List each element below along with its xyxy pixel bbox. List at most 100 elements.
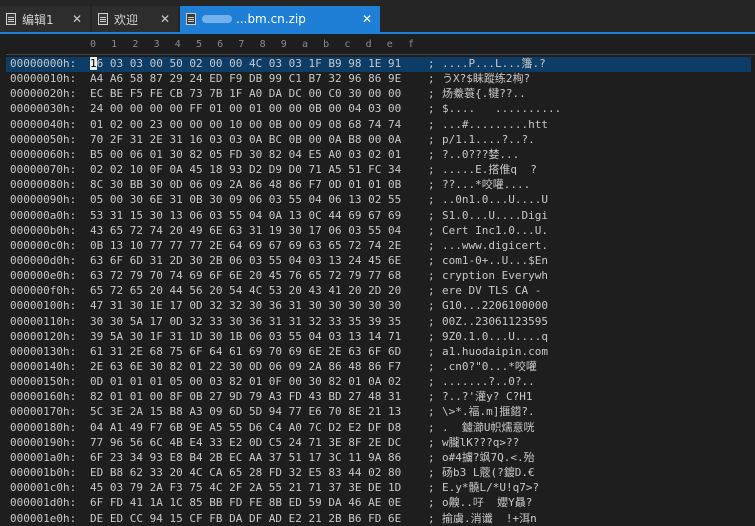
row-address: 00000020h:	[10, 87, 86, 102]
row-ascii-text[interactable]: a1.huodaipin.com	[442, 345, 548, 360]
row-ascii-text[interactable]: 9Z0.1.0...U....q	[442, 330, 548, 345]
row-ascii-text[interactable]: ....P...L...籓.?	[442, 57, 546, 72]
row-hex-bytes[interactable]: 02 02 10 0F 0A 45 18 93 D2 D9 D0 71 A5 5…	[90, 163, 401, 178]
row-hex-bytes[interactable]: 43 65 72 74 20 49 6E 63 31 19 30 17 06 0…	[90, 224, 401, 239]
hex-view[interactable]: 00000000h:16 03 03 00 50 02 00 00 4C 03 …	[6, 54, 755, 526]
row-separator: ;	[428, 466, 435, 481]
row-separator: ;	[428, 178, 435, 193]
row-ascii-text[interactable]: ??...*咬嚾....	[442, 178, 530, 193]
row-ascii-text[interactable]: ere DV TLS CA -	[442, 284, 548, 299]
row-ascii-text[interactable]: ...#.........htt	[442, 118, 548, 133]
row-hex-bytes[interactable]: 39 5A 30 1F 31 1D 30 1B 06 03 55 04 03 1…	[90, 330, 401, 345]
row-ascii-text[interactable]: ..0n1.0...U....U	[442, 193, 548, 208]
row-ascii-text[interactable]: p/1.1....?..?.	[442, 133, 535, 148]
tab-zip-file[interactable]: ...bm.cn.zip ✕	[180, 6, 380, 32]
row-address: 00000150h:	[10, 375, 86, 390]
row-ascii-text[interactable]: com1-0+..U...$En	[442, 254, 548, 269]
row-hex-bytes[interactable]: 65 72 65 20 44 56 20 54 4C 53 20 43 41 2…	[90, 284, 401, 299]
row-hex-bytes[interactable]: 63 72 79 70 74 69 6F 6E 20 45 76 65 72 7…	[90, 269, 401, 284]
row-ascii-text[interactable]: .cn0?"0...*咬嚾	[442, 360, 537, 375]
row-hex-bytes[interactable]: 6F 23 34 93 E8 B4 2B EC AA 37 51 17 3C 1…	[90, 451, 401, 466]
row-ascii-text[interactable]: . 鑢瀄U帜燸意咣	[442, 421, 535, 436]
row-hex-bytes[interactable]: 16 03 03 00 50 02 00 00 4C 03 03 1F B9 9…	[90, 57, 401, 72]
row-hex-bytes[interactable]: 47 31 30 1E 17 0D 32 32 30 36 31 30 30 3…	[90, 299, 401, 314]
close-icon[interactable]: ✕	[160, 12, 170, 26]
row-hex-bytes[interactable]: 05 00 30 6E 31 0B 30 09 06 03 55 04 06 1…	[90, 193, 401, 208]
row-ascii-text[interactable]: S1.0...U....Digi	[442, 209, 548, 224]
row-hex-bytes[interactable]: 0B 13 10 77 77 77 2E 64 69 67 69 63 65 7…	[90, 239, 401, 254]
row-hex-bytes[interactable]: 53 31 15 30 13 06 03 55 04 0A 13 0C 44 6…	[90, 209, 401, 224]
row-separator: ;	[428, 481, 435, 496]
row-hex-bytes[interactable]: EC BE F5 FE CB 73 7B 1F A0 DA DC 00 C0 3…	[90, 87, 401, 102]
row-address: 00000180h:	[10, 421, 86, 436]
row-ascii-text[interactable]: w朧lK???q>??	[442, 436, 519, 451]
row-separator: ;	[428, 72, 435, 87]
row-hex-bytes[interactable]: 70 2F 31 2E 31 16 03 03 0A BC 0B 00 0A B…	[90, 133, 401, 148]
row-separator: ;	[428, 330, 435, 345]
row-hex-bytes[interactable]: 24 00 00 00 00 FF 01 00 01 00 00 0B 00 0…	[90, 102, 401, 117]
row-hex-bytes[interactable]: 04 A1 49 F7 6B 9E A5 55 D6 C4 A0 7C D2 E…	[90, 421, 401, 436]
row-ascii-text[interactable]: .......?..0?..	[442, 375, 535, 390]
row-hex-bytes[interactable]: 77 96 56 6C 4B E4 33 E2 0D C5 24 71 3E 8…	[90, 436, 401, 451]
document-icon	[6, 13, 16, 25]
row-ascii-text[interactable]: G10...2206100000	[442, 299, 548, 314]
row-ascii-text[interactable]: 揄虜.消谶 !+洱n	[442, 512, 537, 526]
row-address: 00000130h:	[10, 345, 86, 360]
row-hex-bytes[interactable]: 30 30 5A 17 0D 32 33 30 36 31 31 32 33 3…	[90, 315, 401, 330]
close-icon[interactable]: ✕	[72, 12, 82, 26]
row-hex-bytes[interactable]: 6F FD 41 1A 1C 85 BB FD FE 8B ED 59 DA 4…	[90, 496, 401, 511]
row-hex-bytes[interactable]: 2E 63 6E 30 82 01 22 30 0D 06 09 2A 86 4…	[90, 360, 401, 375]
ruler-column-label: 7	[236, 39, 246, 50]
tab-editor1[interactable]: 编辑1 ✕	[0, 6, 90, 32]
ruler-column-label: f	[406, 39, 416, 50]
row-hex-bytes[interactable]: B5 00 06 01 30 82 05 FD 30 82 04 E5 A0 0…	[90, 148, 401, 163]
row-address: 00000030h:	[10, 102, 86, 117]
row-hex-bytes[interactable]: DE ED CC 94 15 CF FB DA DF AD E2 21 2B B…	[90, 512, 401, 526]
row-ascii-text[interactable]: o#4擄?飒7Q.<.殆	[442, 451, 535, 466]
row-ascii-text[interactable]: E.y*髐L/*U!q7>?	[442, 481, 539, 496]
row-ascii-text[interactable]: 砀b3 L蔲(?鍍D.€	[442, 466, 535, 481]
row-hex-bytes[interactable]: 63 6F 6D 31 2D 30 2B 06 03 55 04 03 13 2…	[90, 254, 401, 269]
row-separator: ;	[428, 133, 435, 148]
row-ascii-text[interactable]: .....E.搭倠q ?	[442, 163, 537, 178]
row-ascii-text[interactable]: cryption Everywh	[442, 269, 548, 284]
row-hex-bytes[interactable]: 8C 30 BB 30 0D 06 09 2A 86 48 86 F7 0D 0…	[90, 178, 401, 193]
row-separator: ;	[428, 360, 435, 375]
row-separator: ;	[428, 436, 435, 451]
row-ascii-text[interactable]: 00Z..23061123595	[442, 315, 548, 330]
hex-row[interactable]: 00000000h:16 03 03 00 50 02 00 00 4C 03 …	[6, 57, 751, 72]
row-address: 000001b0h:	[10, 466, 86, 481]
row-hex-bytes[interactable]: 0D 01 01 01 05 00 03 82 01 0F 00 30 82 0…	[90, 375, 401, 390]
row-address: 00000050h:	[10, 133, 86, 148]
row-hex-bytes[interactable]: A4 A6 58 87 29 24 ED F9 DB 99 C1 B7 32 9…	[90, 72, 401, 87]
row-ascii-text[interactable]: ?..?'灌y? C?H1	[442, 390, 532, 405]
row-separator: ;	[428, 421, 435, 436]
tab-bar: 编辑1 ✕ 欢迎 ✕ ...bm.cn.zip ✕	[0, 0, 755, 34]
row-ascii-text[interactable]: 炀鯗蓑{.犍??..	[442, 87, 526, 102]
row-separator: ;	[428, 512, 435, 526]
row-hex-bytes[interactable]: 61 31 2E 68 75 6F 64 61 69 70 69 6E 2E 6…	[90, 345, 401, 360]
close-icon[interactable]: ✕	[362, 12, 372, 26]
row-hex-bytes[interactable]: 5C 3E 2A 15 B8 A3 09 6D 5D 94 77 E6 70 8…	[90, 405, 401, 420]
row-ascii-text[interactable]: Cert Inc1.0...U.	[442, 224, 548, 239]
row-ascii-text[interactable]: $.... ..........	[442, 102, 561, 117]
ruler-column-label: 6	[215, 39, 225, 50]
row-hex-bytes[interactable]: 45 03 79 2A F3 75 4C 2F 2A 55 21 71 37 3…	[90, 481, 401, 496]
row-separator: ;	[428, 57, 435, 72]
row-ascii-text[interactable]: うX?$眛蹤练2栒?	[442, 72, 530, 87]
row-address: 000001d0h:	[10, 496, 86, 511]
row-address: 000000f0h:	[10, 284, 86, 299]
row-separator: ;	[428, 102, 435, 117]
row-ascii-text[interactable]: ...www.digicert.	[442, 239, 548, 254]
row-hex-bytes[interactable]: ED B8 62 33 20 4C CA 65 28 FD 32 E5 83 4…	[90, 466, 401, 481]
row-address: 00000010h:	[10, 72, 86, 87]
row-ascii-text[interactable]: o齅..吇 孆Y贔?	[442, 496, 532, 511]
tab-welcome[interactable]: 欢迎 ✕	[92, 6, 178, 32]
row-hex-bytes[interactable]: 01 02 00 23 00 00 00 10 00 0B 00 09 08 6…	[90, 118, 401, 133]
row-hex-bytes[interactable]: 82 01 01 00 8F 0B 27 9D 79 A3 FD 43 BD 2…	[90, 390, 401, 405]
row-separator: ;	[428, 87, 435, 102]
redacted-filename	[202, 15, 232, 23]
row-ascii-text[interactable]: ?..0???婪...	[442, 148, 519, 163]
row-ascii-text[interactable]: \>*.福.m]擓鍣?.	[442, 405, 535, 420]
row-separator: ;	[428, 163, 435, 178]
